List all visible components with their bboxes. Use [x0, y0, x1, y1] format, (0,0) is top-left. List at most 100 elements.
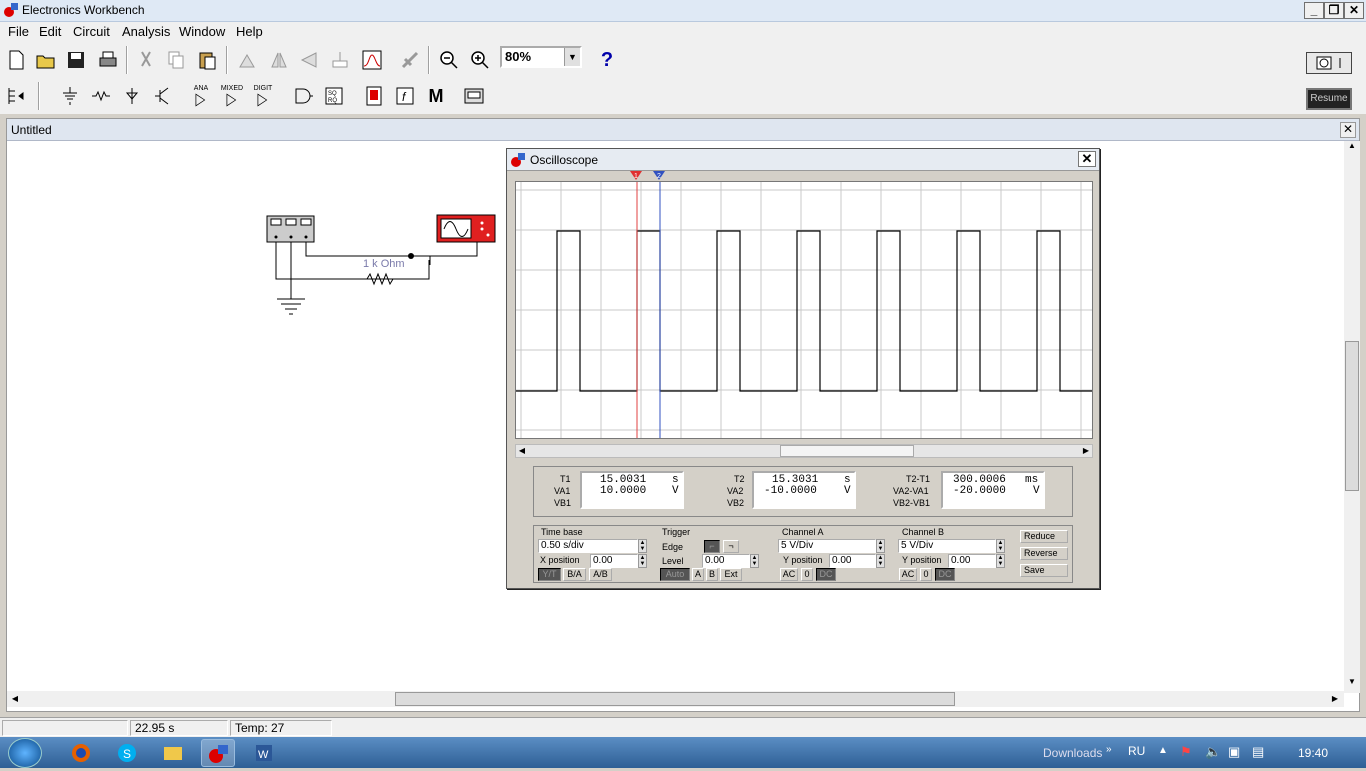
rising-edge-icon[interactable]: ⌐: [704, 540, 720, 553]
language-indicator[interactable]: RU: [1128, 744, 1145, 758]
trigger-ext-button[interactable]: Ext: [720, 568, 742, 581]
channel-b-zero-button[interactable]: 0: [920, 568, 932, 581]
menu-help[interactable]: Help: [236, 24, 263, 39]
subcircuit-icon[interactable]: [327, 47, 353, 73]
horizontal-scroll-thumb[interactable]: [395, 692, 955, 706]
basic-components-icon[interactable]: [88, 83, 114, 109]
scroll-right-icon[interactable]: ▶: [1327, 691, 1343, 707]
level-field[interactable]: 0.00: [702, 554, 750, 568]
horizontal-scrollbar[interactable]: ◀ ▶: [7, 691, 1344, 707]
screen-scroll-right-icon[interactable]: ▶: [1080, 445, 1092, 457]
ab-button[interactable]: A/B: [589, 568, 612, 581]
channel-b-ypos-stepper[interactable]: ▲ ▼: [996, 554, 1005, 568]
show-hidden-icons-icon[interactable]: ▲: [1158, 745, 1168, 756]
indicators-icon[interactable]: [361, 83, 387, 109]
menu-circuit[interactable]: Circuit: [73, 24, 110, 39]
digital-icon[interactable]: SQ RQ: [321, 83, 347, 109]
transistors-icon[interactable]: [150, 83, 176, 109]
help-button[interactable]: ?: [594, 47, 620, 73]
flag-icon[interactable]: ⚑: [1180, 744, 1192, 760]
open-folder-icon[interactable]: [33, 47, 59, 73]
channel-a-ac-button[interactable]: AC: [780, 568, 798, 581]
zoom-in-icon[interactable]: [467, 47, 493, 73]
ba-button[interactable]: B/A: [563, 568, 586, 581]
cursor-1-marker[interactable]: 1: [629, 171, 643, 181]
cut-icon[interactable]: [133, 47, 159, 73]
power-switch-icon[interactable]: [1306, 52, 1352, 74]
rotate-icon[interactable]: [234, 47, 260, 73]
print-icon[interactable]: [95, 47, 121, 73]
component-properties-icon[interactable]: [397, 47, 423, 73]
channel-a-ypos-stepper[interactable]: ▲ ▼: [876, 554, 885, 568]
volume-icon[interactable]: 🔈: [1205, 744, 1221, 760]
channel-a-zero-button[interactable]: 0: [801, 568, 813, 581]
timebase-field[interactable]: 0.50 s/div: [538, 539, 638, 553]
save-icon[interactable]: [63, 47, 89, 73]
screen-scroll-left-icon[interactable]: ◀: [516, 445, 528, 457]
screen-scrollbar[interactable]: ◀ ▶: [515, 444, 1093, 458]
yt-button[interactable]: Y/T: [538, 568, 561, 581]
channel-b-ypos-field[interactable]: 0.00: [948, 554, 996, 568]
explorer-icon[interactable]: [156, 739, 190, 767]
chevron-down-icon[interactable]: ▼: [564, 48, 580, 66]
resume-button[interactable]: Resume: [1306, 88, 1352, 110]
downloads-toolbar[interactable]: Downloads: [1043, 746, 1102, 760]
timebase-stepper[interactable]: ▲ ▼: [638, 539, 647, 553]
auto-button[interactable]: Auto: [660, 568, 690, 581]
channel-a-scale-field[interactable]: 5 V/Div: [778, 539, 876, 553]
copy-icon[interactable]: [163, 47, 189, 73]
clock[interactable]: 19:40: [1298, 746, 1328, 760]
firefox-icon[interactable]: [64, 739, 98, 767]
menu-file[interactable]: File: [8, 24, 29, 39]
skype-icon[interactable]: S: [110, 739, 144, 767]
start-button[interactable]: [8, 738, 42, 768]
flip-horizontal-icon[interactable]: [266, 47, 292, 73]
graph-icon[interactable]: [359, 47, 385, 73]
workbench-taskbar-icon[interactable]: [201, 739, 235, 767]
new-file-icon[interactable]: [3, 47, 29, 73]
screen-scroll-thumb[interactable]: [780, 445, 914, 457]
word-icon[interactable]: W: [247, 739, 281, 767]
sources-icon[interactable]: [57, 83, 83, 109]
analog-ics-icon[interactable]: ANA: [188, 83, 214, 109]
xpos-field[interactable]: 0.00: [590, 554, 638, 568]
reduce-button[interactable]: Reduce: [1020, 530, 1068, 543]
scroll-up-icon[interactable]: ▲: [1344, 141, 1360, 157]
diodes-icon[interactable]: [119, 83, 145, 109]
zoom-select[interactable]: 80% ▼: [500, 46, 582, 68]
channel-b-dc-button[interactable]: DC: [935, 568, 955, 581]
vertical-scrollbar[interactable]: ▲ ▼: [1344, 141, 1360, 693]
minimize-button[interactable]: _: [1304, 2, 1324, 19]
mixed-ics-icon[interactable]: MIXED: [219, 83, 245, 109]
menu-window[interactable]: Window: [179, 24, 225, 39]
scroll-down-icon[interactable]: ▼: [1344, 677, 1360, 693]
paste-icon[interactable]: [194, 47, 220, 73]
digital-ics-icon[interactable]: DIGIT: [250, 83, 276, 109]
usb-icon[interactable]: ▣: [1228, 744, 1240, 760]
channel-a-scale-stepper[interactable]: ▲ ▼: [876, 539, 885, 553]
close-button[interactable]: ✕: [1344, 2, 1364, 19]
parts-bin-icon[interactable]: [3, 83, 29, 109]
instruments-icon[interactable]: [461, 83, 487, 109]
channel-b-scale-field[interactable]: 5 V/Div: [898, 539, 996, 553]
channel-b-scale-stepper[interactable]: ▲ ▼: [996, 539, 1005, 553]
logic-gates-icon[interactable]: [290, 83, 316, 109]
zoom-out-icon[interactable]: [436, 47, 462, 73]
channel-a-dc-button[interactable]: DC: [816, 568, 836, 581]
maximize-button[interactable]: ❐: [1324, 2, 1344, 19]
vertical-scroll-thumb[interactable]: [1345, 341, 1359, 491]
oscilloscope-instrument-icon[interactable]: [266, 215, 315, 243]
channel-a-ypos-field[interactable]: 0.00: [829, 554, 876, 568]
miscellaneous-button[interactable]: M: [423, 83, 449, 109]
channel-b-ac-button[interactable]: AC: [899, 568, 917, 581]
function-generator-icon[interactable]: [436, 214, 496, 243]
xpos-stepper[interactable]: ▲ ▼: [638, 554, 647, 568]
close-document-icon[interactable]: ✕: [1340, 122, 1356, 138]
level-stepper[interactable]: ▲ ▼: [750, 554, 759, 568]
trigger-b-button[interactable]: B: [706, 568, 718, 581]
oscilloscope-close-icon[interactable]: ✕: [1078, 151, 1096, 167]
flip-vertical-icon[interactable]: [296, 47, 322, 73]
trigger-a-button[interactable]: A: [692, 568, 704, 581]
save-button[interactable]: Save: [1020, 564, 1068, 577]
network-icon[interactable]: ▤: [1252, 744, 1264, 760]
